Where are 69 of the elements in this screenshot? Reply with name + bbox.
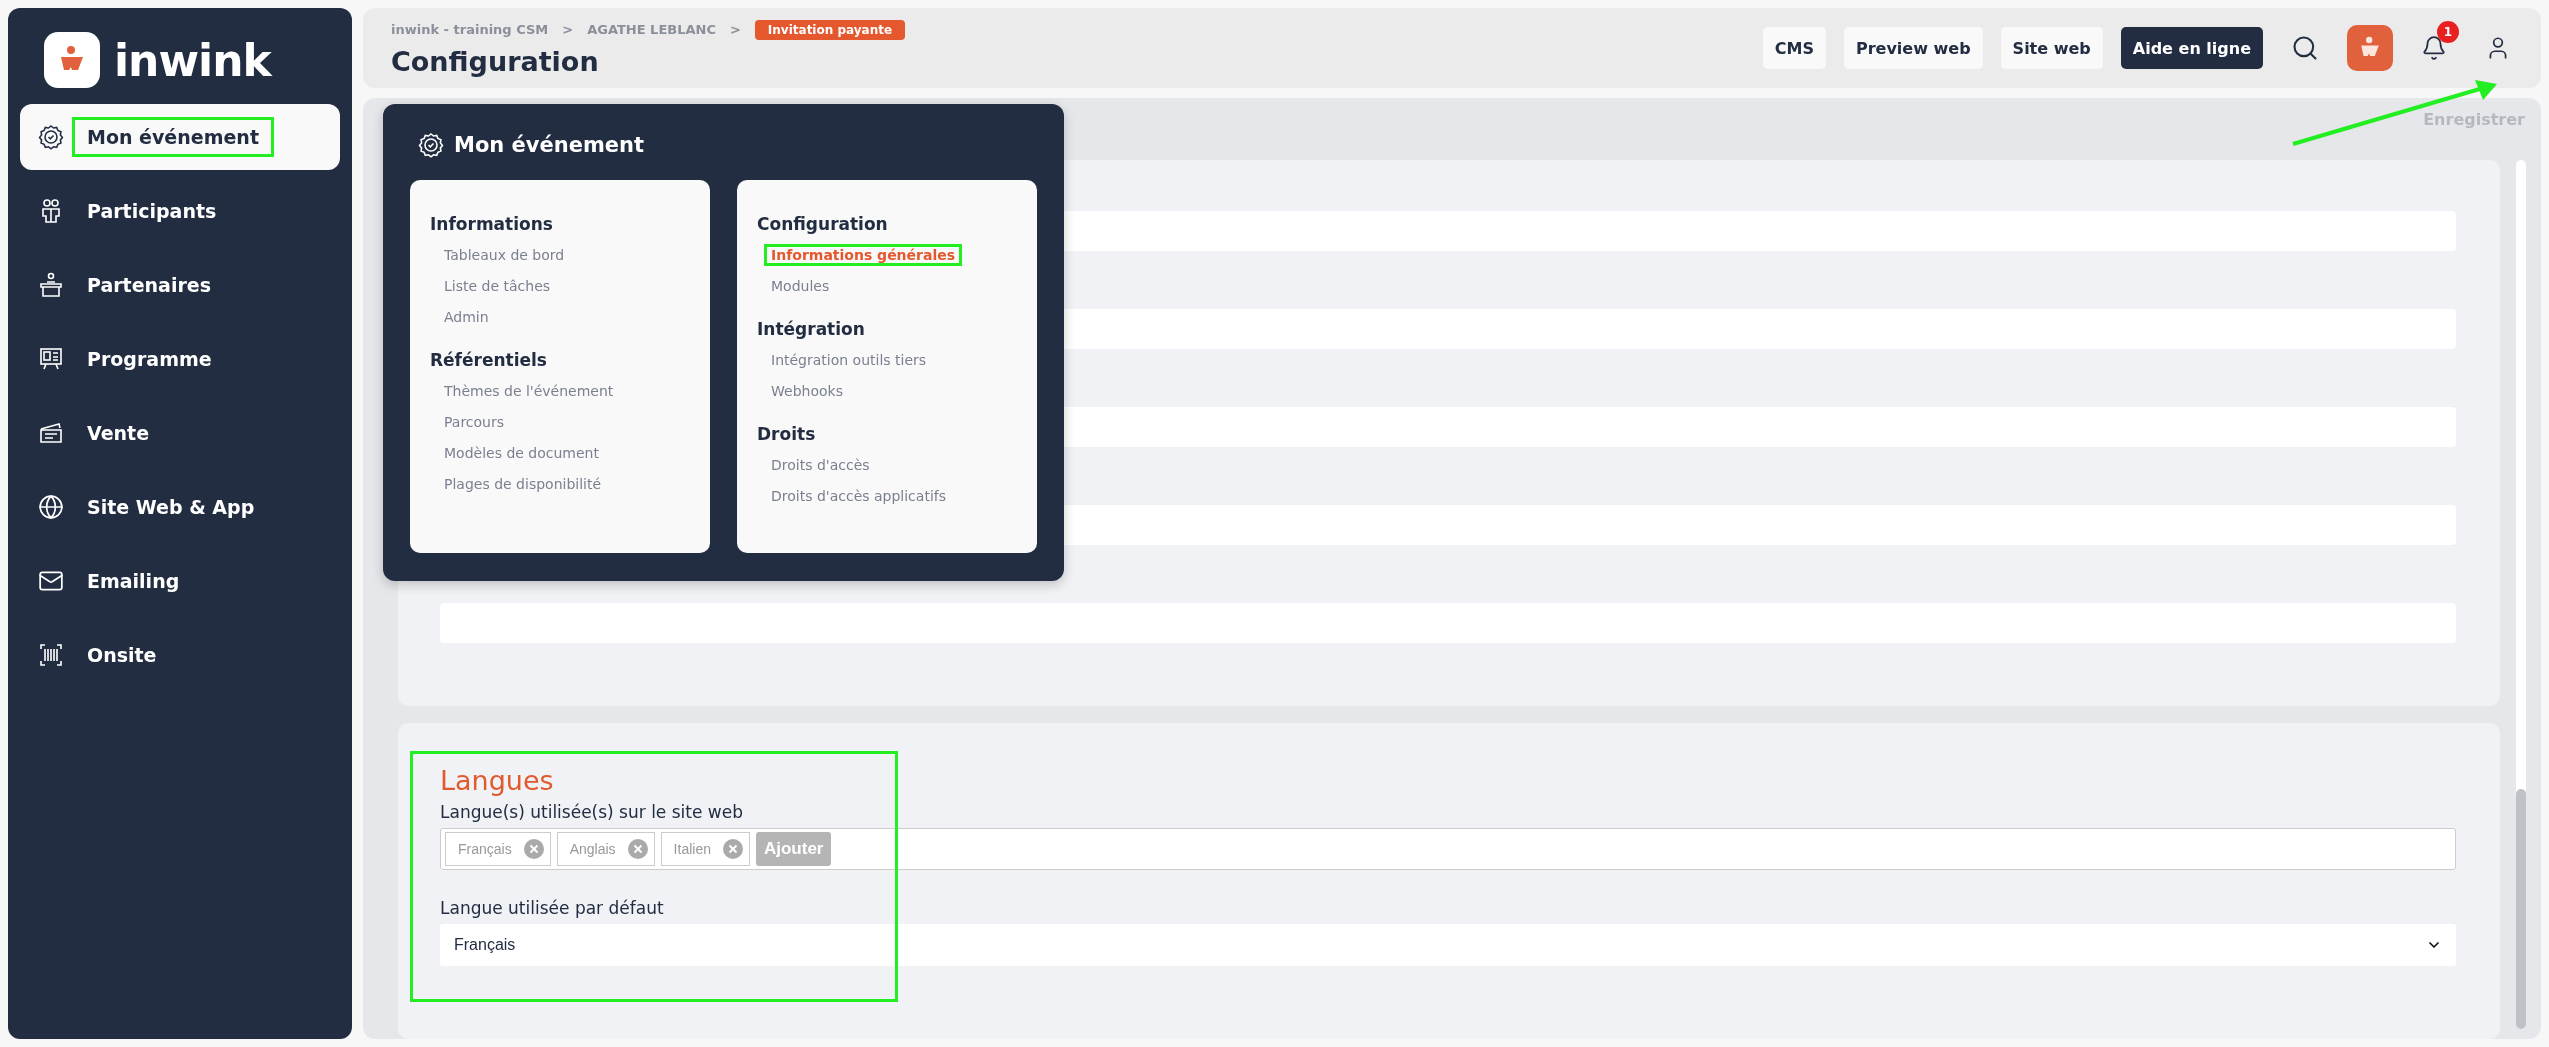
sidebar-item-label: Partenaires [86, 273, 212, 298]
sidebar-item[interactable]: Partenaires [20, 252, 340, 318]
menu-link[interactable]: Admin [437, 306, 496, 328]
menu-link[interactable]: Parcours [437, 411, 512, 433]
breadcrumb-item[interactable]: inwink - training CSM [391, 22, 549, 37]
header-button[interactable]: Aide en ligne [2120, 27, 2263, 69]
header-button[interactable]: Preview web [1843, 27, 1983, 69]
app-logo-button[interactable] [2347, 25, 2393, 71]
menu-heading: Intégration [757, 319, 866, 339]
globe-icon [38, 494, 64, 520]
sidebar-item[interactable]: Site Web & App [20, 474, 340, 540]
sidebar-item[interactable]: Participants [20, 178, 340, 244]
language-tag: Français [445, 832, 551, 866]
menu-link[interactable]: Modèles de document [437, 442, 606, 464]
podium-icon [38, 272, 64, 298]
notification-icon[interactable] [2421, 35, 2447, 61]
sidebar-item[interactable]: Onsite [20, 622, 340, 688]
breadcrumb-item[interactable]: AGATHE LEBLANC [587, 22, 716, 37]
language-select[interactable]: Français [440, 924, 2456, 966]
menu-link[interactable]: Intégration outils tiers [764, 349, 934, 371]
menu-link[interactable]: Droits d'accès applicatifs [764, 485, 953, 507]
breadcrumb-item[interactable]: > [562, 22, 574, 37]
sidebar-item-label: Vente [86, 421, 151, 446]
languages-field[interactable]: Français Anglais Italien Ajouter [440, 828, 2456, 870]
language-tag: Anglais [556, 832, 655, 866]
sidebar-item-label: Onsite [86, 643, 158, 668]
menu-link[interactable]: Webhooks [764, 380, 850, 402]
menu-heading: Configuration [757, 214, 889, 234]
scrollbar-thumb[interactable] [2515, 789, 2526, 1029]
menu-title: Mon événement [454, 133, 645, 157]
header-button[interactable]: Site web [2000, 27, 2103, 69]
ticket-icon [38, 420, 64, 446]
sidebar-item[interactable]: Emailing [20, 548, 340, 614]
envelope-icon [38, 568, 64, 594]
page-title: Configuration [391, 45, 600, 77]
menu-link[interactable]: Thèmes de l'événement [437, 380, 621, 402]
menu-link[interactable]: Tableaux de bord [437, 244, 572, 266]
barcode-icon [38, 642, 64, 668]
language-tag: Italien [660, 832, 750, 866]
header-button[interactable]: CMS [1762, 27, 1826, 69]
menu-link[interactable]: Droits d'accès [764, 454, 877, 476]
sidebar-item-label: Emailing [86, 569, 181, 594]
field-label: Langue utilisée par défaut [440, 898, 665, 918]
sidebar-item-label: Mon événement [72, 117, 274, 157]
add-button[interactable]: Ajouter [755, 832, 832, 866]
search-icon[interactable] [2291, 34, 2319, 62]
badge-check-icon [418, 132, 444, 158]
status-badge: Invitation payante [754, 19, 906, 40]
menu-link[interactable]: Liste de tâches [437, 275, 558, 297]
sidebar-item[interactable]: Mon événement [20, 104, 340, 170]
sidebar-item-label: Programme [86, 347, 213, 372]
menu-link[interactable]: Modules [764, 275, 837, 297]
field-label: Langue(s) utilisée(s) sur le site web [440, 802, 744, 822]
breadcrumb-item[interactable]: > [729, 22, 741, 37]
presentation-board-icon [38, 346, 64, 372]
sidebar-item-label: Site Web & App [86, 495, 256, 520]
menu-heading: Référentiels [430, 350, 548, 370]
badge-check-icon [38, 124, 64, 150]
menu-link[interactable]: Plages de disponibilité [437, 473, 609, 495]
sidebar-item[interactable]: Vente [20, 400, 340, 466]
menu-link[interactable]: Informations générales [764, 244, 963, 266]
sidebar-item[interactable]: Programme [20, 326, 340, 392]
menu-heading: Informations [430, 214, 554, 234]
section-title: Langues [440, 765, 555, 796]
logo-text: inwink [114, 34, 271, 86]
scrollbar-track[interactable] [2515, 160, 2526, 1029]
sidebar-item-label: Participants [86, 199, 218, 224]
notification-badge: 1 [2437, 21, 2459, 43]
menu-heading: Droits [757, 424, 817, 444]
